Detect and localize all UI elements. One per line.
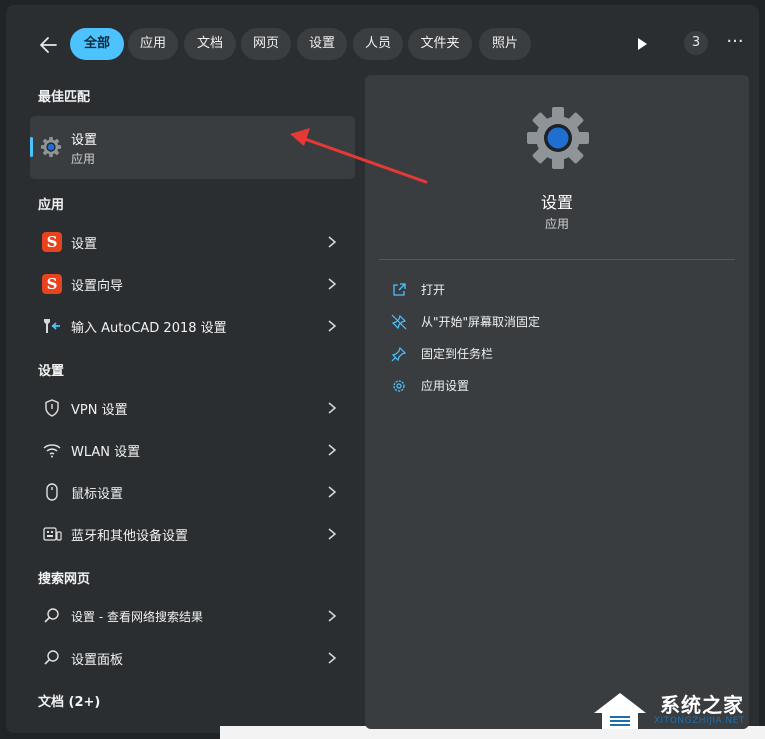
action-pin-taskbar[interactable]: 固定到任务栏 — [391, 342, 721, 366]
action-label: 打开 — [421, 283, 446, 297]
back-arrow-icon[interactable] — [36, 32, 62, 58]
action-open[interactable]: 打开 — [391, 278, 721, 302]
list-item-label: 设置 — [71, 237, 98, 252]
best-match-title: 设置 — [71, 133, 98, 148]
chevron-right-icon — [328, 652, 337, 664]
list-item-wlan-settings[interactable]: WLAN 设置 — [30, 432, 355, 468]
tab-people[interactable]: 人员 — [353, 28, 403, 60]
list-item-mouse-settings[interactable]: 鼠标设置 — [30, 474, 355, 510]
chevron-right-icon — [328, 444, 337, 456]
detail-title: 设置 — [540, 193, 573, 212]
action-label: 固定到任务栏 — [421, 347, 494, 361]
keyboard-device-icon — [43, 527, 62, 541]
list-item-label: 设置向导 — [71, 279, 124, 294]
tab-photos[interactable]: 照片 — [479, 28, 531, 60]
search-icon — [44, 650, 59, 665]
chevron-right-icon — [328, 402, 337, 414]
watermark-subtext: XITONGZHIJIA.NET — [654, 716, 745, 726]
action-label: 应用设置 — [421, 379, 470, 393]
chevron-right-icon — [328, 278, 337, 290]
section-documents[interactable]: 文档 (2+) — [38, 691, 100, 710]
list-item-label: 蓝牙和其他设备设置 — [71, 529, 189, 544]
pin-icon — [391, 346, 407, 362]
gear-icon — [40, 136, 62, 158]
list-item-label: VPN 设置 — [71, 403, 128, 418]
list-item-app-setup-wizard[interactable]: S 设置向导 — [30, 266, 355, 302]
list-item-label: 设置 - 查看网络搜索结果 — [71, 610, 203, 624]
best-match-subtitle: 应用 — [71, 152, 96, 166]
section-web-search: 搜索网页 — [38, 572, 91, 587]
chevron-right-icon — [328, 528, 337, 540]
list-item-bluetooth-settings[interactable]: 蓝牙和其他设备设置 — [30, 516, 355, 552]
more-options-icon[interactable]: ··· — [724, 33, 746, 55]
section-apps: 应用 — [38, 198, 65, 213]
list-item-app-autocad[interactable]: 输入 AutoCAD 2018 设置 — [30, 308, 355, 344]
annotation-arrow — [290, 128, 428, 184]
list-item-web-settings-panel[interactable]: 设置面板 — [30, 640, 355, 676]
chevron-right-icon — [328, 610, 337, 622]
tab-folders[interactable]: 文件夹 — [408, 28, 472, 60]
action-unpin-start[interactable]: 从"开始"屏幕取消固定 — [391, 310, 721, 334]
list-item-vpn-settings[interactable]: VPN 设置 — [30, 390, 355, 426]
unpin-icon — [391, 314, 407, 330]
filter-bar: 全部 应用 文档 网页 设置 人员 文件夹 照片 3 ··· — [30, 28, 750, 62]
chevron-right-icon — [328, 236, 337, 248]
tab-all[interactable]: 全部 — [70, 28, 124, 60]
selection-indicator — [30, 137, 33, 157]
search-icon — [44, 608, 59, 623]
list-item-app-settings[interactable]: S 设置 — [30, 224, 355, 260]
play-icon[interactable] — [632, 34, 652, 54]
shield-icon — [45, 399, 59, 417]
chevron-right-icon — [328, 320, 337, 332]
tab-settings[interactable]: 设置 — [297, 28, 347, 60]
list-item-web-search-results[interactable]: 设置 - 查看网络搜索结果 — [30, 598, 355, 634]
tab-documents[interactable]: 文档 — [184, 28, 236, 60]
open-external-icon — [393, 283, 406, 296]
list-item-label: WLAN 设置 — [71, 445, 141, 460]
watermark-text: 系统之家 — [660, 693, 744, 717]
autocad-tool-icon — [44, 319, 60, 333]
result-count-badge: 3 — [684, 31, 708, 55]
tab-web[interactable]: 网页 — [241, 28, 291, 60]
tab-apps[interactable]: 应用 — [128, 28, 178, 60]
sogou-icon: S — [42, 274, 62, 294]
wifi-icon — [43, 444, 61, 458]
list-item-label: 鼠标设置 — [71, 487, 124, 502]
gear-icon — [527, 107, 589, 169]
sogou-icon: S — [42, 232, 62, 252]
list-item-label: 设置面板 — [71, 653, 124, 668]
list-item-label: 输入 AutoCAD 2018 设置 — [71, 321, 227, 336]
section-best-match: 最佳匹配 — [38, 90, 91, 105]
gear-small-icon — [393, 380, 405, 392]
detail-divider — [379, 259, 735, 260]
mouse-icon — [46, 483, 58, 501]
section-settings: 设置 — [38, 364, 65, 379]
chevron-right-icon — [328, 486, 337, 498]
action-app-settings[interactable]: 应用设置 — [391, 374, 721, 398]
action-label: 从"开始"屏幕取消固定 — [421, 315, 541, 329]
detail-subtitle: 应用 — [544, 217, 569, 231]
